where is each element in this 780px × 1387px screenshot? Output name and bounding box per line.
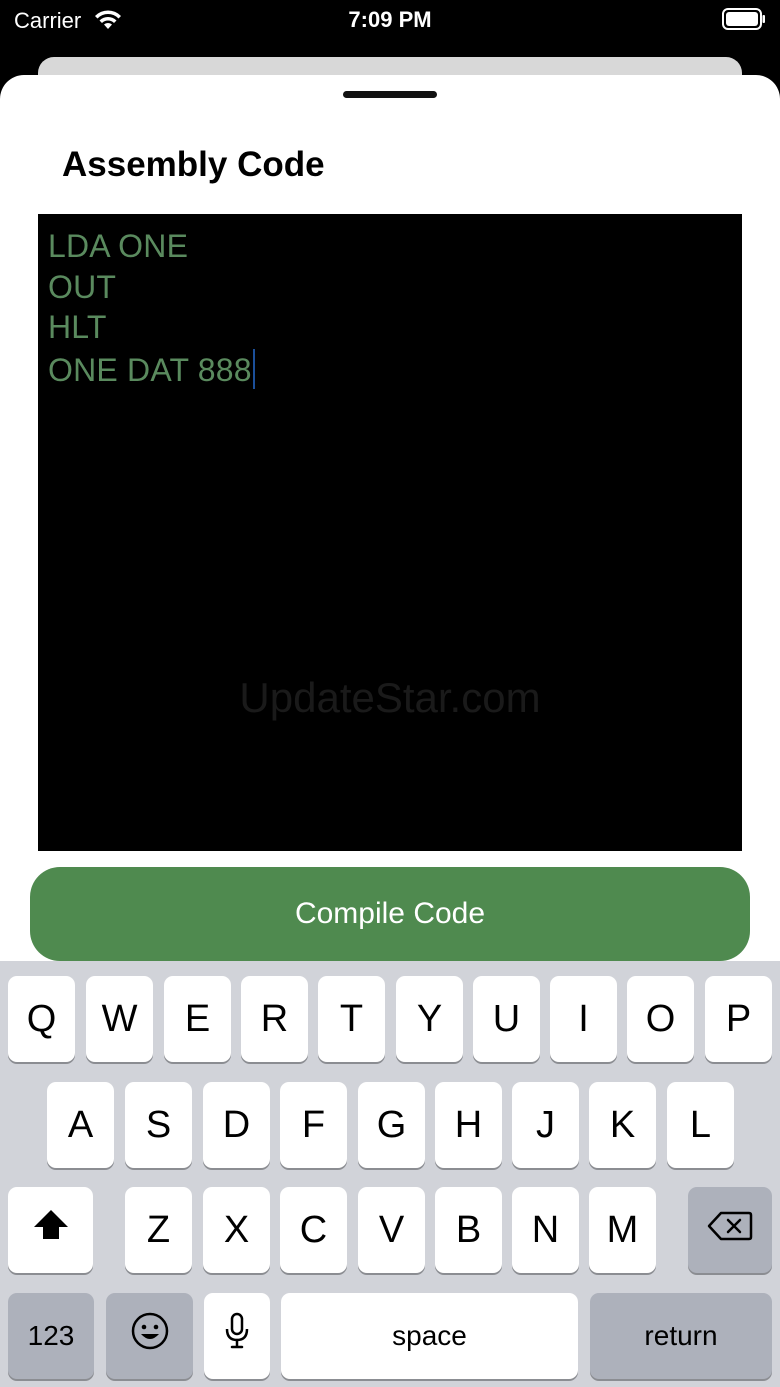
backspace-icon: [707, 1209, 753, 1252]
shift-arrow-icon: [31, 1207, 71, 1253]
key-a[interactable]: A: [47, 1082, 114, 1168]
sheet-grabber[interactable]: [343, 91, 437, 98]
space-key[interactable]: space: [281, 1293, 578, 1379]
key-d[interactable]: D: [203, 1082, 270, 1168]
key-x[interactable]: X: [203, 1187, 270, 1273]
delete-key[interactable]: [688, 1187, 772, 1273]
status-bar: Carrier 7:09 PM: [0, 0, 780, 56]
key-k[interactable]: K: [589, 1082, 656, 1168]
code-line: HLT: [48, 309, 107, 345]
code-line: OUT: [48, 269, 117, 305]
key-w[interactable]: W: [86, 976, 153, 1062]
key-m[interactable]: M: [589, 1187, 656, 1273]
code-editor[interactable]: LDA ONE OUT HLT ONE DAT 888 UpdateStar.c…: [38, 214, 742, 851]
key-s[interactable]: S: [125, 1082, 192, 1168]
key-z[interactable]: Z: [125, 1187, 192, 1273]
clock: 7:09 PM: [348, 7, 432, 32]
key-u[interactable]: U: [473, 976, 540, 1062]
watermark: UpdateStar.com: [239, 674, 541, 721]
code-line-text: ONE DAT 888: [48, 352, 252, 388]
numbers-key[interactable]: 123: [8, 1293, 94, 1379]
key-q[interactable]: Q: [8, 976, 75, 1062]
key-v[interactable]: V: [358, 1187, 425, 1273]
shift-key[interactable]: [8, 1187, 93, 1273]
code-line-last: ONE DAT 888: [48, 349, 255, 389]
key-j[interactable]: J: [512, 1082, 579, 1168]
key-l[interactable]: L: [667, 1082, 734, 1168]
compile-code-button[interactable]: Compile Code: [30, 867, 750, 961]
text-caret: [252, 349, 255, 389]
emoji-face-icon: [130, 1311, 170, 1361]
key-g[interactable]: G: [358, 1082, 425, 1168]
key-h[interactable]: H: [435, 1082, 502, 1168]
key-t[interactable]: T: [318, 976, 385, 1062]
return-key[interactable]: return: [590, 1293, 772, 1379]
key-i[interactable]: I: [550, 976, 617, 1062]
microphone-icon: [223, 1311, 251, 1361]
key-n[interactable]: N: [512, 1187, 579, 1273]
code-line: LDA ONE: [48, 228, 189, 264]
key-b[interactable]: B: [435, 1187, 502, 1273]
key-f[interactable]: F: [280, 1082, 347, 1168]
sheet-title: Assembly Code: [62, 145, 325, 184]
key-o[interactable]: O: [627, 976, 694, 1062]
emoji-key[interactable]: [106, 1293, 193, 1379]
key-y[interactable]: Y: [396, 976, 463, 1062]
battery-icon: [722, 8, 766, 30]
key-p[interactable]: P: [705, 976, 772, 1062]
dictation-key[interactable]: [204, 1293, 270, 1379]
keyboard: Q W E R T Y U I O P A S D F G H J K L Z …: [0, 961, 780, 1387]
key-c[interactable]: C: [280, 1187, 347, 1273]
key-r[interactable]: R: [241, 976, 308, 1062]
key-e[interactable]: E: [164, 976, 231, 1062]
